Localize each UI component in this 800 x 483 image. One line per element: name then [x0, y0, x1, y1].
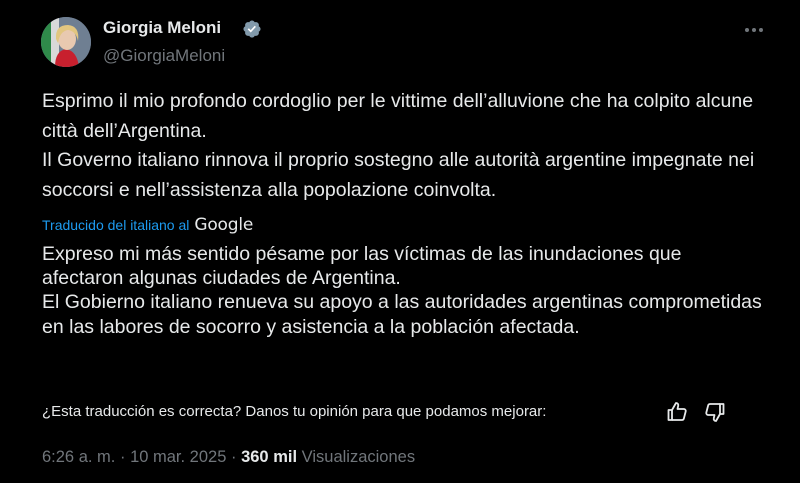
original-paragraph: Il Governo italiano rinnova il proprio s…: [42, 149, 755, 201]
translation-attribution[interactable]: Traducido del italiano al Google: [42, 213, 253, 237]
verified-badge-icon: [242, 19, 262, 39]
display-name[interactable]: Giorgia Meloni: [103, 17, 221, 39]
tweet-translated-text: Expreso mi más sentido pésame por las ví…: [42, 242, 762, 339]
translated-paragraph: El Gobierno italiano renueva su apoyo a …: [42, 291, 762, 338]
avatar[interactable]: [41, 17, 91, 67]
tweet-date[interactable]: 10 mar. 2025: [130, 448, 226, 466]
google-logo: Google: [194, 215, 254, 235]
original-paragraph: Esprimo il mio profondo cordoglio per le…: [42, 90, 754, 142]
meta-separator: ·: [119, 448, 126, 466]
thumbs-down-icon[interactable]: [703, 400, 727, 424]
tweet-original-text: Esprimo il mio profondo cordoglio per le…: [42, 87, 762, 205]
handle[interactable]: @GiorgiaMeloni: [103, 45, 225, 67]
more-options-icon[interactable]: [738, 18, 770, 42]
tweet-metadata: 6:26 a. m. · 10 mar. 2025 · 360 mil Visu…: [42, 446, 415, 468]
avatar-image: [41, 17, 91, 67]
thumbs-up-icon[interactable]: [665, 400, 689, 424]
translation-label[interactable]: Traducido del italiano al: [42, 217, 189, 233]
meta-separator: ·: [230, 448, 237, 466]
views-label: Visualizaciones: [301, 448, 416, 466]
views-count: 360 mil: [241, 448, 298, 466]
tweet: Giorgia Meloni @GiorgiaMeloni Esprimo il…: [0, 0, 800, 483]
translated-paragraph: Expreso mi más sentido pésame por las ví…: [42, 243, 682, 290]
tweet-time[interactable]: 6:26 a. m.: [42, 448, 115, 466]
translation-feedback-prompt: ¿Esta traducción es correcta? Danos tu o…: [42, 403, 547, 420]
